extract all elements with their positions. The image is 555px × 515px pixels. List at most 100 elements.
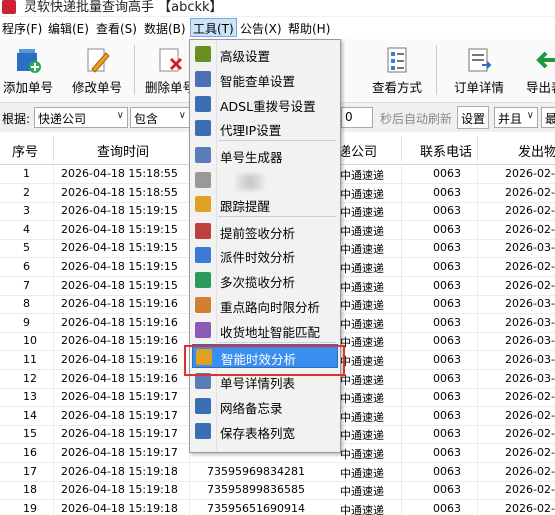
column-header-time[interactable]: 查询时间 [97,141,149,160]
cell-no: 10 [23,334,37,348]
column-divider[interactable] [477,136,478,161]
cell-time: 2026-04-18 15:18:55 [61,167,178,180]
filter-match-select[interactable]: 包含 ∨ [130,107,190,128]
filter-extra-value: 最 [545,112,555,126]
cell-time: 2026-04-18 15:19:16 [61,371,178,385]
filter-logic-value: 并且 [498,112,523,126]
menu-item-monitor-settings[interactable]: 智能查单设置 [192,67,338,91]
menu-separator [218,140,336,142]
cell-sent: 2026-02-08 [505,408,555,422]
menu-item-label: 单号生成器 [220,149,283,165]
cell-company: 中通速递 [340,466,384,480]
cell-tracking: 73595651690914 [207,501,305,515]
delete-icon [159,48,183,72]
table-row[interactable]: 19 2026-04-18 15:19:18 73595651690914 中通速递 0… [0,500,555,515]
filter-extra-select[interactable]: 最 [541,107,555,128]
cell-phone: 0063 [433,204,461,218]
menu-item-hidden[interactable] [192,168,338,192]
address-icon [195,321,211,338]
cell-phone: 0063 [433,278,461,292]
bar-chart-icon [195,247,211,264]
menu-program[interactable]: 程序(F) [2,20,42,37]
cell-sent: 2026-02-23 [505,278,555,292]
menu-item-memo[interactable]: 网络备忘录 [192,394,338,418]
menu-item-gear[interactable]: 高级设置 [192,42,338,66]
menu-item-label: 保存表格列宽 [220,425,296,441]
column-header-sent[interactable]: 发出物 [518,141,555,160]
settings-button[interactable]: 设置 [457,106,490,129]
cell-time: 2026-04-18 15:19:17 [61,427,178,441]
export-button[interactable]: 导出表 [520,39,555,101]
menu-item-address[interactable]: 收货地址智能匹配 [192,318,338,342]
refresh-seconds-input[interactable]: 0 [341,107,373,128]
cell-no: 12 [23,371,37,385]
menu-item-bell[interactable]: 跟踪提醒 [192,192,338,216]
chevron-down-icon: ∨ [526,110,534,121]
cell-no: 3 [23,204,30,218]
column-header-no[interactable]: 序号 [12,141,38,160]
highlight-annotation [184,345,345,376]
menu-item-route[interactable]: 重点路向时限分析 [192,293,338,317]
cell-sent: 2026-03-08 [505,371,555,385]
menu-item-label: ADSL重拨号设置 [220,98,316,114]
menu-item-truck[interactable]: 单号生成器 [192,143,338,167]
menu-tools[interactable]: 工具(T) [190,18,237,37]
edit-tracking-button[interactable]: 修改单号 [68,39,126,101]
cell-time: 2026-04-18 15:19:15 [61,222,178,236]
cell-no: 5 [23,241,30,255]
cell-phone: 0063 [433,353,461,366]
auto-refresh-label: 秒后自动刷新 [380,112,453,126]
cell-phone: 0063 [433,222,461,236]
cell-time: 2026-04-18 15:19:17 [61,446,178,459]
cell-sent: 2026-02-10 [505,464,555,478]
cell-time: 2026-04-18 15:19:18 [61,483,178,497]
menu-item-bar-chart[interactable]: 派件时效分析 [192,243,338,267]
cell-time: 2026-04-18 15:19:15 [61,241,178,255]
menu-item-label: 代理IP设置 [220,123,282,139]
cell-sent: 2026-02-14 [505,222,555,236]
filter-field-select[interactable]: 快递公司 ∨ [34,107,128,128]
menu-item-pie-chart[interactable]: 提前签收分析 [192,219,338,243]
add-tracking-button[interactable]: 添加单号 [0,39,56,101]
chevron-down-icon: ∨ [116,110,124,121]
order-detail-button[interactable]: 订单详情 [448,39,510,101]
memo-icon [195,397,211,414]
menu-edit[interactable]: 编辑(E) [48,20,89,37]
column-header-phone[interactable]: 联系电话 [420,141,472,160]
filter-logic-select[interactable]: 并且 ∨ [494,107,538,128]
cell-phone: 0063 [433,501,461,515]
cell-sent: 2026-03-05 [505,353,555,366]
menu-view[interactable]: 查看(S) [96,20,137,37]
cell-company: 中通速递 [340,503,384,515]
menu-data[interactable]: 数据(B) [144,20,186,37]
column-divider[interactable] [53,136,54,161]
pie-chart-icon [195,222,211,239]
chevron-down-icon: ∨ [178,110,186,121]
view-list-icon [387,47,407,73]
cell-sent: 2026-02-08 [505,501,555,515]
menu-item-network[interactable]: ADSL重拨号设置 [192,92,338,116]
menu-notice[interactable]: 公告(X) [240,20,282,37]
save-icon [195,422,211,439]
table-row[interactable]: 18 2026-04-18 15:19:18 73595899836585 中通速递 0… [0,481,555,501]
cell-sent: 2026-02-14 [505,260,555,273]
menu-item-line-chart[interactable]: 多次揽收分析 [192,268,338,292]
cell-no: 2 [23,185,30,199]
cell-company: 中通速递 [340,410,384,424]
column-divider[interactable] [401,136,402,161]
cell-sent: 2026-02-11 [505,483,555,497]
cell-company: 中通速递 [340,243,384,257]
view-mode-button[interactable]: 查看方式 [366,39,428,101]
table-row[interactable]: 17 2026-04-18 15:19:18 73595969834281 中通速递 0… [0,463,555,482]
cell-no: 8 [23,297,30,311]
cell-time: 2026-04-18 15:19:15 [61,278,178,292]
cell-no: 19 [23,501,37,515]
cell-phone: 0063 [433,464,461,478]
cell-company: 中通速递 [340,280,384,294]
cell-no: 18 [23,483,37,497]
menu-help[interactable]: 帮助(H) [288,20,330,37]
menu-item-save[interactable]: 保存表格列宽 [192,419,338,443]
cell-tracking: 73595899836585 [207,483,305,497]
menu-item-proxy[interactable]: 代理IP设置 [192,116,338,140]
cell-time: 2026-04-18 15:19:16 [61,353,178,366]
